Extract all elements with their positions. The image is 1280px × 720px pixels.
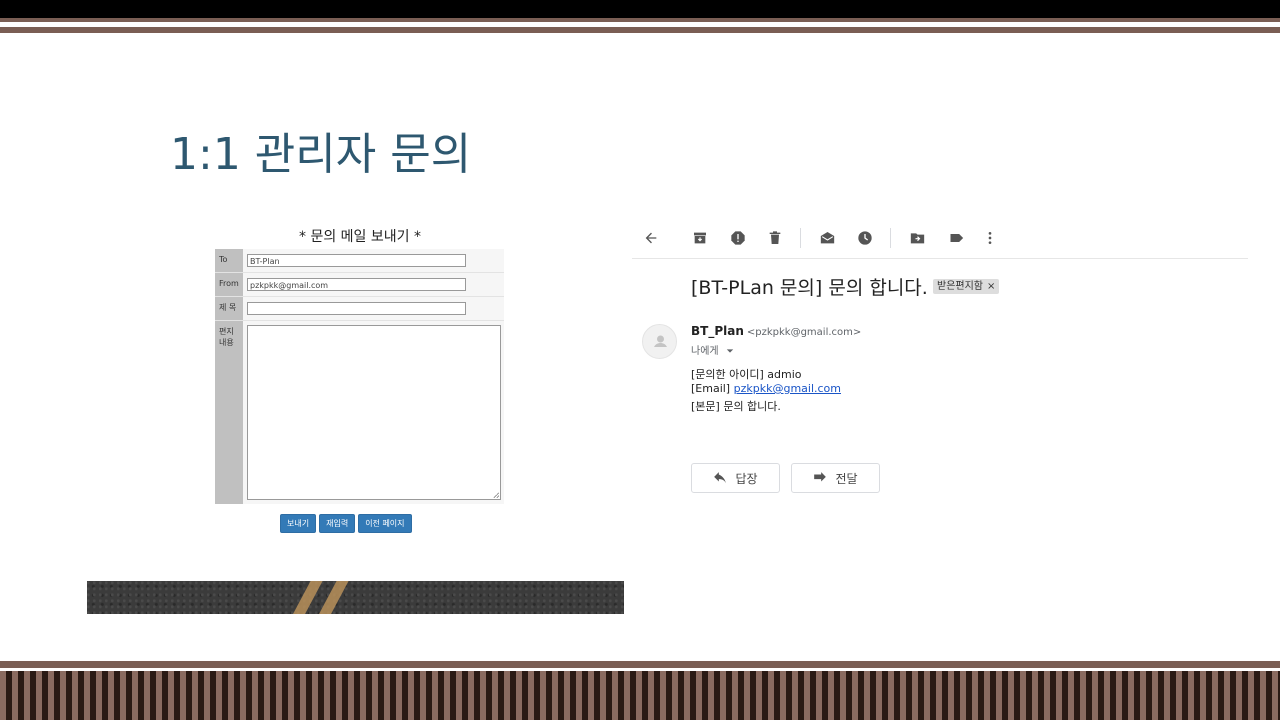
road-line xyxy=(288,581,326,614)
sender-line: BT_Plan <pzkpkk@gmail.com> xyxy=(691,324,861,338)
from-input[interactable]: pzkpkk@gmail.com xyxy=(247,278,466,291)
from-row: From pzkpkk@gmail.com xyxy=(215,273,504,297)
road-image xyxy=(87,581,624,614)
road-line xyxy=(314,581,352,614)
body-id-line: [문의한 아이디] admio xyxy=(691,368,802,381)
report-spam-icon[interactable] xyxy=(728,228,748,248)
email-link[interactable]: pzkpkk@gmail.com xyxy=(734,382,841,395)
toolbar-divider xyxy=(890,228,891,248)
mail-subject: [BT-PLan 문의] 문의 합니다. xyxy=(691,277,928,299)
bottom-stripe-band xyxy=(0,671,1280,720)
from-label: From xyxy=(215,273,243,296)
sender-email: <pzkpkk@gmail.com> xyxy=(746,327,862,338)
forward-icon xyxy=(814,472,827,482)
form-title: * 문의 메일 보내기 * xyxy=(299,229,421,245)
body-email-prefix: [Email] xyxy=(691,382,734,395)
prev-page-button[interactable]: 이전 페이지 xyxy=(358,514,412,533)
label-icon[interactable] xyxy=(946,228,966,248)
top-accent-line xyxy=(0,18,1280,22)
content-row: 편지 내용 xyxy=(215,321,504,504)
top-accent-line-2 xyxy=(0,27,1280,33)
mail-toolbar xyxy=(632,222,1248,259)
send-button[interactable]: 보내기 xyxy=(280,514,317,533)
body-email-line: [Email] pzkpkk@gmail.com xyxy=(691,382,841,395)
reset-button[interactable]: 재입력 xyxy=(319,514,356,533)
to-me-label: 나에게 xyxy=(691,346,719,357)
trash-icon[interactable] xyxy=(765,228,785,248)
inbox-label-text: 받은편지함 xyxy=(937,281,983,292)
forward-button[interactable]: 전달 xyxy=(791,463,880,493)
arrow-left-icon[interactable] xyxy=(641,228,661,248)
to-row: To BT-Plan xyxy=(215,249,504,273)
to-label: To xyxy=(215,249,243,272)
bottom-accent-line xyxy=(0,661,1280,668)
forward-label: 전달 xyxy=(835,471,858,486)
reply-icon xyxy=(714,472,727,484)
form-button-group: 보내기 재입력 이전 페이지 xyxy=(280,514,412,533)
clock-icon[interactable] xyxy=(855,228,875,248)
move-to-icon[interactable] xyxy=(907,228,927,248)
top-border-bar xyxy=(0,0,1280,18)
resize-grip-icon[interactable] xyxy=(493,492,499,498)
inquiry-form: To BT-Plan From pzkpkk@gmail.com 제 목 편지 … xyxy=(215,249,504,504)
reply-label: 답장 xyxy=(735,471,758,486)
body-content-line: [본문] 문의 합니다. xyxy=(691,400,781,413)
recipient-details[interactable]: 나에게 xyxy=(691,342,734,357)
caret-down-icon[interactable] xyxy=(726,348,734,354)
toolbar-divider xyxy=(800,228,801,248)
inbox-label-badge[interactable]: 받은편지함 × xyxy=(933,279,1000,294)
close-icon[interactable]: × xyxy=(987,281,995,292)
subject-label: 제 목 xyxy=(215,297,243,320)
content-label: 편지 내용 xyxy=(215,321,243,504)
content-textarea[interactable] xyxy=(247,325,501,500)
avatar xyxy=(642,324,677,359)
sender-name: BT_Plan xyxy=(691,324,744,338)
subject-input[interactable] xyxy=(247,302,466,315)
slide-title: 1:1 관리자 문의 xyxy=(170,129,472,180)
subject-row: 제 목 xyxy=(215,297,504,321)
archive-icon[interactable] xyxy=(690,228,710,248)
to-input[interactable]: BT-Plan xyxy=(247,254,466,267)
more-vert-icon[interactable] xyxy=(980,228,1000,248)
mark-unread-icon[interactable] xyxy=(817,228,837,248)
reply-button[interactable]: 답장 xyxy=(691,463,780,493)
person-icon xyxy=(654,335,667,347)
